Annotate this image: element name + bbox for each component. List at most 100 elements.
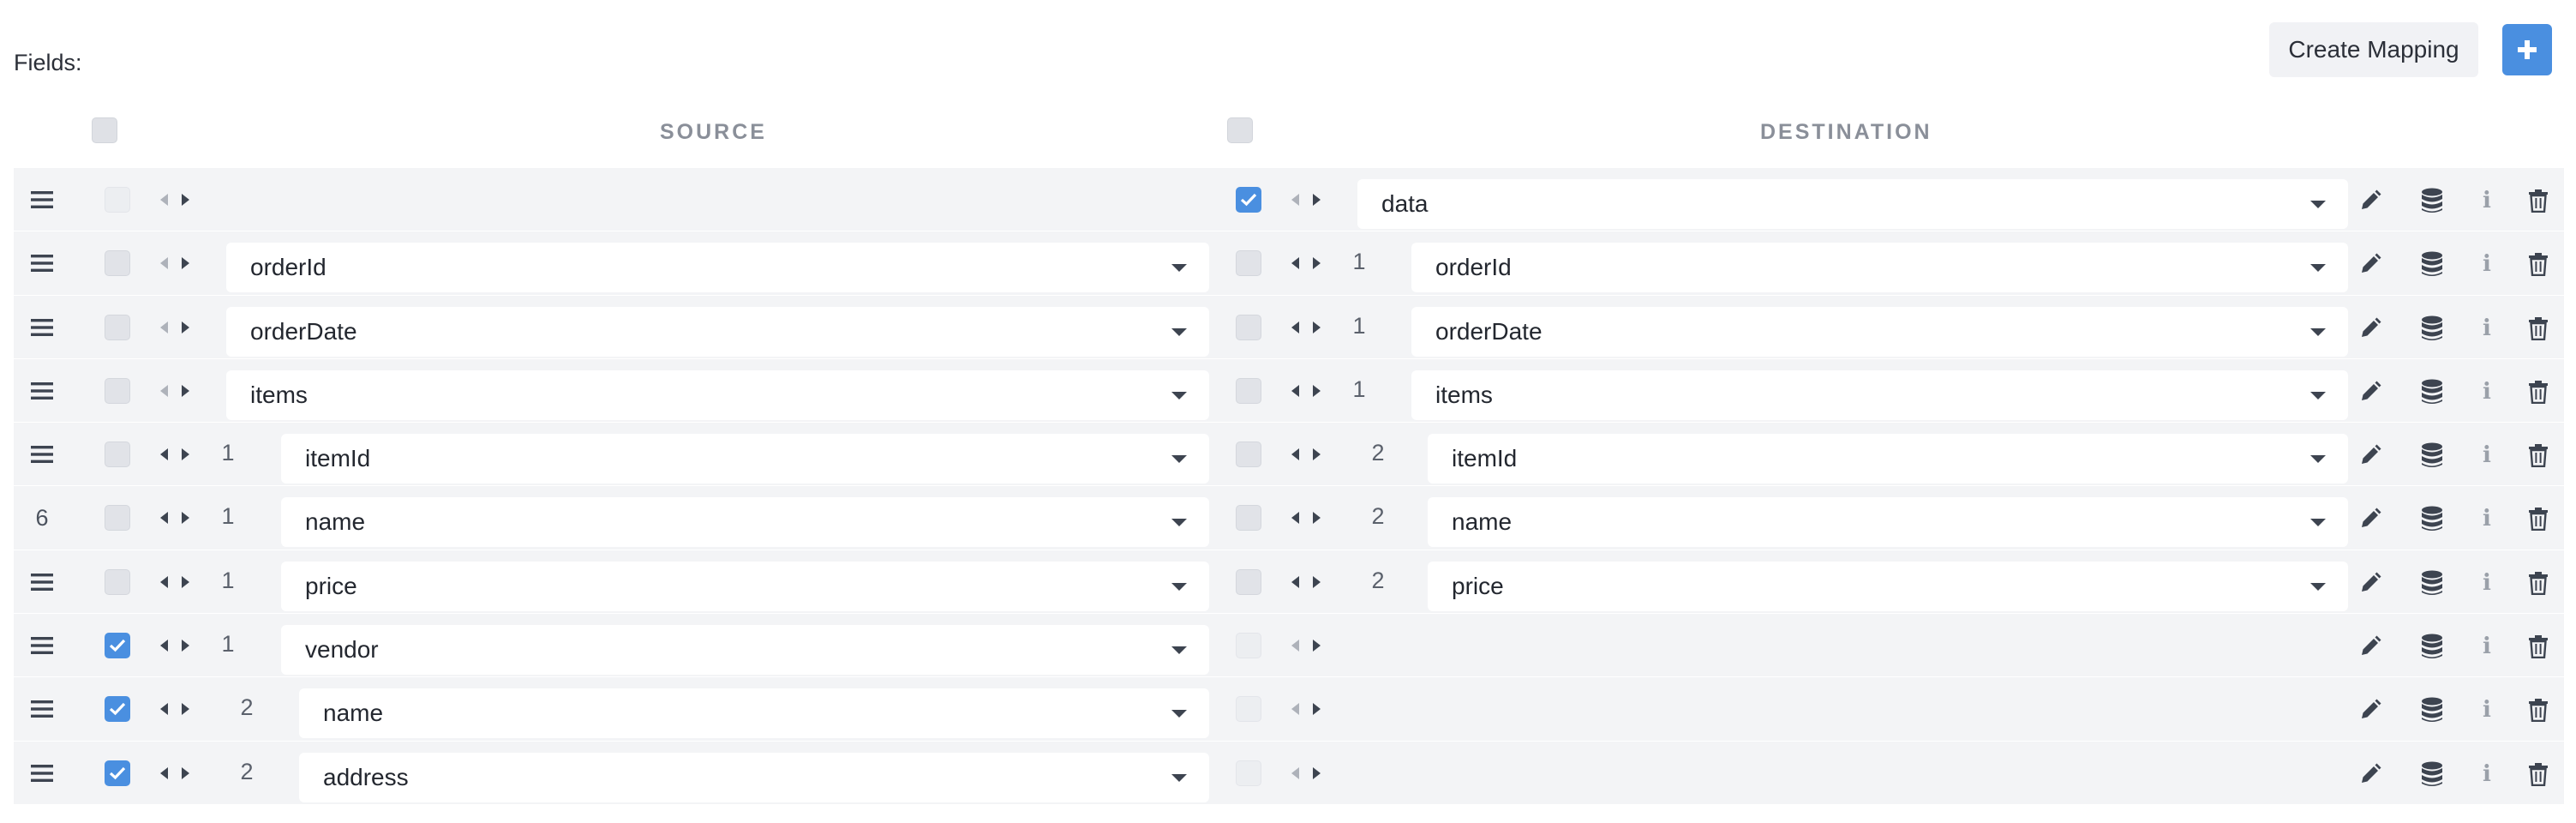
arrow-left-icon[interactable] — [1291, 257, 1299, 270]
arrow-left-icon[interactable] — [160, 512, 168, 525]
arrow-right-icon[interactable] — [1313, 512, 1321, 525]
create-mapping-button[interactable]: Create Mapping — [2269, 22, 2478, 77]
src-level-arrows[interactable] — [160, 445, 189, 464]
src-field-select[interactable]: address — [299, 752, 1209, 802]
edit-icon[interactable] — [2357, 250, 2384, 278]
delete-icon[interactable] — [2525, 250, 2552, 278]
drag-handle-icon[interactable] — [29, 251, 55, 275]
info-icon[interactable]: i — [2473, 633, 2501, 660]
arrow-left-icon[interactable] — [160, 703, 168, 716]
arrow-right-icon[interactable] — [182, 640, 189, 652]
src-level-arrows[interactable] — [160, 573, 189, 592]
delete-icon[interactable] — [2525, 378, 2552, 405]
dst-field-select[interactable]: itemId — [1428, 434, 2348, 484]
info-icon[interactable]: i — [2473, 250, 2501, 278]
src-checkbox[interactable] — [105, 505, 130, 532]
edit-icon[interactable] — [2357, 315, 2384, 342]
src-checkbox[interactable] — [105, 314, 130, 340]
arrow-right-icon[interactable] — [182, 703, 189, 716]
dst-checkbox[interactable] — [1236, 377, 1261, 404]
drag-handle-icon[interactable] — [29, 634, 55, 658]
arrow-left-icon[interactable] — [1291, 321, 1299, 333]
delete-icon[interactable] — [2525, 696, 2552, 724]
arrow-left-icon[interactable] — [1291, 512, 1299, 525]
src-checkbox[interactable] — [105, 187, 130, 213]
src-checkbox[interactable] — [105, 377, 130, 404]
arrow-right-icon[interactable] — [1313, 448, 1321, 461]
drag-handle-icon[interactable] — [29, 570, 55, 594]
arrow-right-icon[interactable] — [1313, 766, 1321, 779]
delete-icon[interactable] — [2525, 505, 2552, 532]
edit-icon[interactable] — [2357, 442, 2384, 469]
source-select-all-checkbox[interactable] — [92, 117, 117, 143]
src-level-arrows[interactable] — [160, 190, 189, 209]
arrow-left-icon[interactable] — [160, 384, 168, 397]
src-level-arrows[interactable] — [160, 636, 189, 655]
dst-field-select[interactable]: data — [1357, 179, 2348, 229]
src-checkbox[interactable] — [105, 760, 130, 786]
drag-handle-icon[interactable] — [29, 761, 55, 785]
src-checkbox[interactable] — [105, 250, 130, 277]
database-icon[interactable] — [2418, 187, 2446, 214]
dst-field-select[interactable]: price — [1428, 561, 2348, 611]
database-icon[interactable] — [2418, 315, 2446, 342]
dst-checkbox[interactable] — [1236, 187, 1261, 213]
add-field-button[interactable] — [2502, 24, 2552, 75]
dst-field-select[interactable]: orderId — [1411, 243, 2348, 293]
dst-field-select[interactable]: orderDate — [1411, 306, 2348, 357]
arrow-left-icon[interactable] — [1291, 766, 1299, 779]
delete-icon[interactable] — [2525, 569, 2552, 597]
dst-checkbox[interactable] — [1236, 250, 1261, 277]
arrow-left-icon[interactable] — [1291, 703, 1299, 716]
delete-icon[interactable] — [2525, 442, 2552, 469]
arrow-right-icon[interactable] — [182, 194, 189, 206]
src-level-arrows[interactable] — [160, 764, 189, 783]
src-level-arrows[interactable] — [160, 381, 189, 400]
src-checkbox[interactable] — [105, 568, 130, 595]
arrow-right-icon[interactable] — [182, 575, 189, 588]
arrow-left-icon[interactable] — [160, 766, 168, 779]
database-icon[interactable] — [2418, 696, 2446, 724]
arrow-right-icon[interactable] — [1313, 640, 1321, 652]
info-icon[interactable]: i — [2473, 569, 2501, 597]
info-icon[interactable]: i — [2473, 378, 2501, 405]
arrow-right-icon[interactable] — [182, 766, 189, 779]
arrow-right-icon[interactable] — [182, 384, 189, 397]
src-field-select[interactable]: items — [226, 369, 1209, 420]
arrow-right-icon[interactable] — [1313, 703, 1321, 716]
src-field-select[interactable]: itemId — [281, 434, 1209, 484]
src-level-arrows[interactable] — [160, 254, 189, 273]
src-level-arrows[interactable] — [160, 318, 189, 337]
dst-level-arrows[interactable] — [1291, 636, 1321, 655]
dst-level-arrows[interactable] — [1291, 700, 1321, 718]
src-field-select[interactable]: orderDate — [226, 306, 1209, 357]
dst-level-arrows[interactable] — [1291, 508, 1321, 527]
database-icon[interactable] — [2418, 250, 2446, 278]
dst-level-arrows[interactable] — [1291, 764, 1321, 783]
arrow-left-icon[interactable] — [160, 257, 168, 270]
info-icon[interactable]: i — [2473, 760, 2501, 788]
drag-handle-icon[interactable] — [29, 188, 55, 212]
destination-select-all-checkbox[interactable] — [1227, 117, 1253, 143]
src-field-select[interactable]: orderId — [226, 243, 1209, 293]
arrow-left-icon[interactable] — [160, 640, 168, 652]
arrow-left-icon[interactable] — [160, 194, 168, 206]
database-icon[interactable] — [2418, 569, 2446, 597]
arrow-right-icon[interactable] — [1313, 321, 1321, 333]
arrow-left-icon[interactable] — [1291, 640, 1299, 652]
dst-checkbox[interactable] — [1236, 505, 1261, 532]
delete-icon[interactable] — [2525, 315, 2552, 342]
dst-field-select[interactable]: name — [1428, 497, 2348, 548]
arrow-left-icon[interactable] — [160, 575, 168, 588]
delete-icon[interactable] — [2525, 187, 2552, 214]
src-level-arrows[interactable] — [160, 508, 189, 527]
arrow-left-icon[interactable] — [160, 448, 168, 461]
dst-checkbox[interactable] — [1236, 633, 1261, 659]
arrow-right-icon[interactable] — [182, 512, 189, 525]
database-icon[interactable] — [2418, 442, 2446, 469]
src-checkbox[interactable] — [105, 696, 130, 723]
arrow-right-icon[interactable] — [1313, 257, 1321, 270]
edit-icon[interactable] — [2357, 378, 2384, 405]
src-field-select[interactable]: name — [281, 497, 1209, 548]
database-icon[interactable] — [2418, 760, 2446, 788]
